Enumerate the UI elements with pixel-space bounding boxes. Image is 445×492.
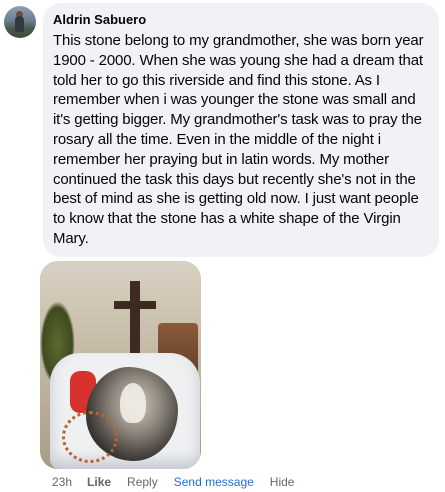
avatar-figure-shape: [15, 16, 24, 32]
stone-white-shape: [120, 383, 146, 423]
comment-text: This stone belong to my grandmother, she…: [53, 32, 424, 247]
reply-button[interactable]: Reply: [127, 474, 158, 490]
crucifix-horizontal: [114, 301, 156, 309]
comment-actions: 23h Like Reply Send message Hide: [52, 474, 294, 490]
comment-timestamp[interactable]: 23h: [52, 474, 72, 490]
author-avatar[interactable]: [4, 6, 36, 38]
hide-button[interactable]: Hide: [270, 474, 295, 490]
comment-photo[interactable]: [40, 261, 201, 469]
rosary: [62, 411, 118, 463]
comment-bubble: Aldrin Sabuero This stone belong to my g…: [43, 3, 439, 257]
like-button[interactable]: Like: [87, 474, 111, 490]
comment-author-name[interactable]: Aldrin Sabuero: [53, 12, 429, 28]
send-message-button[interactable]: Send message: [174, 474, 254, 490]
